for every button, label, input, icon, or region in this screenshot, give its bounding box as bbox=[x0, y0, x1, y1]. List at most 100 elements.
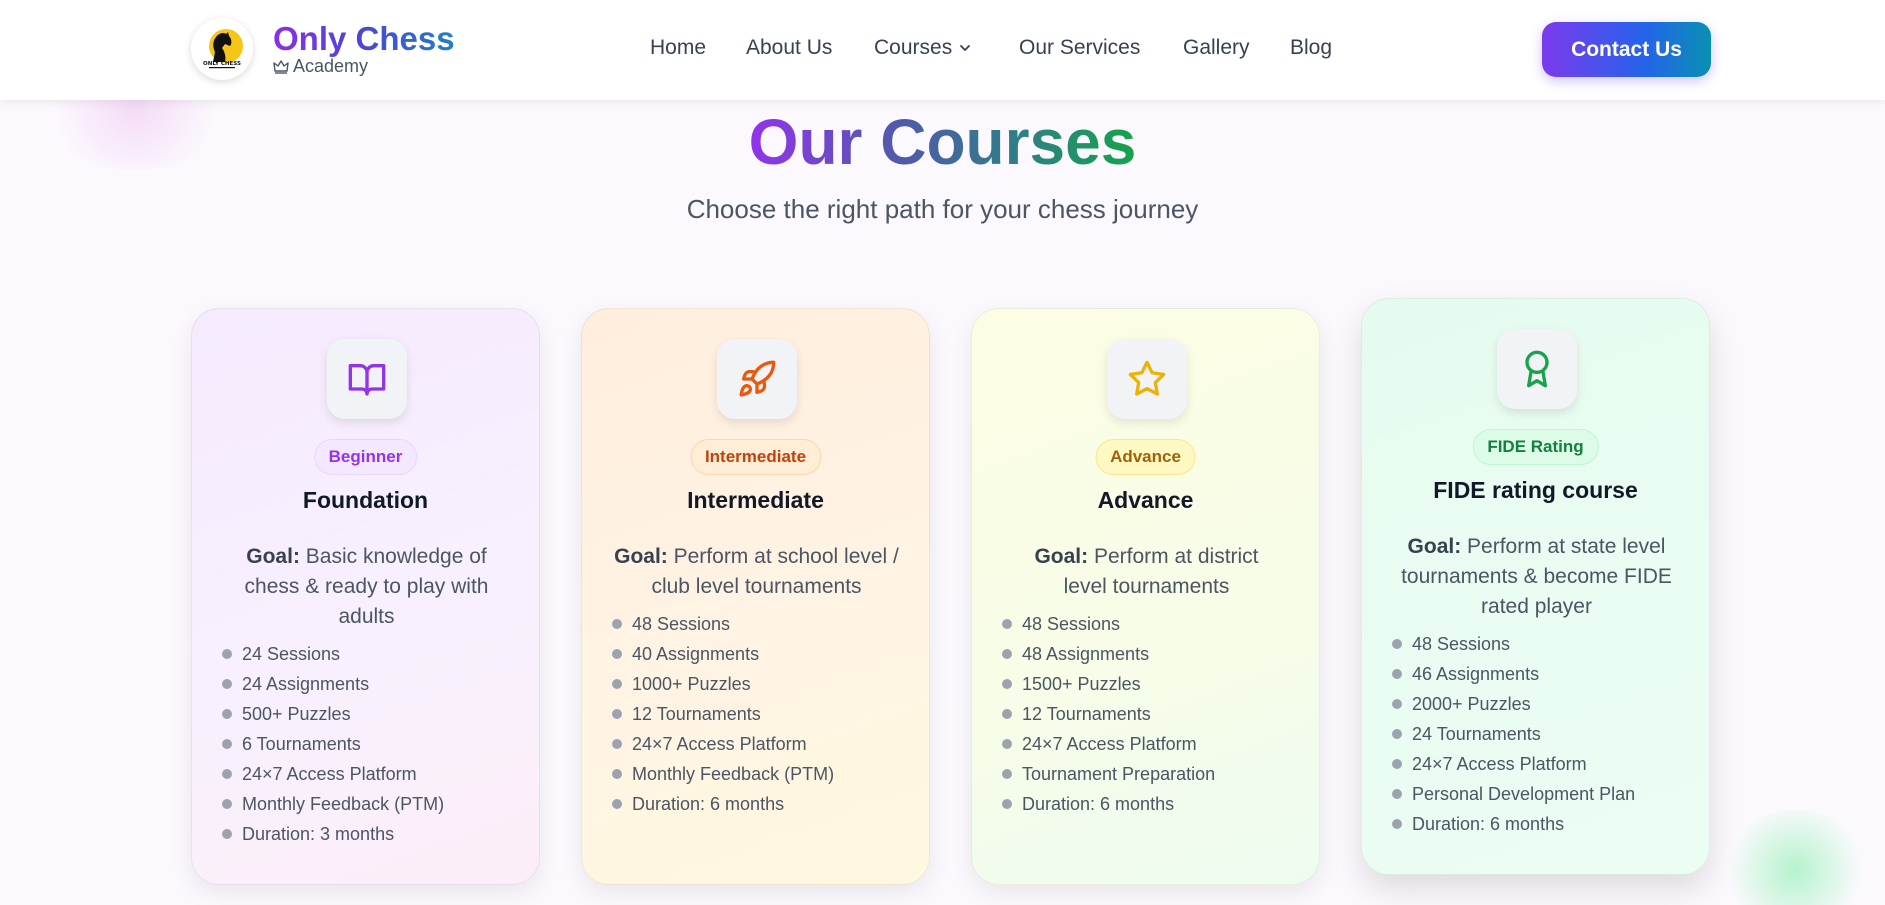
bullet-dot bbox=[1392, 759, 1402, 769]
course-card-advance[interactable]: Advance Advance Goal: Perform at distric… bbox=[971, 308, 1320, 885]
course-icon-box bbox=[1107, 339, 1187, 419]
nav-gallery[interactable]: Gallery bbox=[1183, 36, 1250, 60]
bullet-dot bbox=[1392, 789, 1402, 799]
section-subtitle: Choose the right path for your chess jou… bbox=[686, 194, 1199, 224]
goal-text: Perform at school level / club level tou… bbox=[651, 545, 899, 598]
bullet-dot bbox=[222, 709, 232, 719]
goal-label: Goal: bbox=[246, 545, 300, 568]
course-features: 24 Sessions 24 Assignments 500+ Puzzles … bbox=[222, 639, 444, 849]
goal-text: Perform at district level tournaments bbox=[1063, 545, 1259, 598]
nav-our-services[interactable]: Our Services bbox=[1019, 36, 1140, 60]
course-level-badge: FIDE Rating bbox=[1472, 429, 1599, 465]
bullet-dot bbox=[222, 679, 232, 689]
section-title-text: Our Courses bbox=[748, 106, 1137, 178]
bullet-dot bbox=[612, 679, 622, 689]
bullet-dot bbox=[612, 739, 622, 749]
feature-text: 1500+ Puzzles bbox=[1022, 674, 1141, 694]
feature-text: 12 Tournaments bbox=[1022, 704, 1151, 724]
feature-item: 12 Tournaments bbox=[1002, 699, 1215, 729]
feature-text: 48 Sessions bbox=[1412, 634, 1511, 654]
feature-text: 1000+ Puzzles bbox=[632, 674, 751, 694]
bullet-dot bbox=[1392, 699, 1402, 709]
goal-label: Goal: bbox=[1407, 535, 1462, 558]
feature-item: 2000+ Puzzles bbox=[1392, 689, 1635, 719]
course-icon-box bbox=[327, 339, 407, 419]
site-header: ONLY CHESS Only Chess Academy Home About… bbox=[0, 0, 1885, 100]
course-card-foundation[interactable]: Beginner Foundation Goal: Basic knowledg… bbox=[191, 308, 540, 885]
feature-text: 24×7 Access Platform bbox=[1412, 754, 1587, 774]
feature-text: 48 Sessions bbox=[632, 614, 731, 634]
course-card-fide-rating[interactable]: FIDE Rating FIDE rating course Goal: Per… bbox=[1361, 298, 1710, 875]
course-title: Foundation bbox=[302, 487, 429, 513]
feature-item: 500+ Puzzles bbox=[222, 699, 444, 729]
bullet-dot bbox=[1002, 769, 1012, 779]
course-icon-box bbox=[1497, 329, 1577, 409]
section-title: Our Courses bbox=[0, 104, 1885, 180]
feature-item: 40 Assignments bbox=[612, 639, 834, 669]
course-level-badge: Intermediate bbox=[689, 439, 822, 475]
bullet-dot bbox=[612, 769, 622, 779]
feature-item: Duration: 6 months bbox=[1002, 789, 1215, 819]
feature-item: 24 Assignments bbox=[222, 669, 444, 699]
feature-item: 48 Assignments bbox=[1002, 639, 1215, 669]
feature-item: Duration: 3 months bbox=[222, 819, 444, 849]
feature-item: Tournament Preparation bbox=[1002, 759, 1215, 789]
feature-text: Monthly Feedback (PTM) bbox=[242, 794, 445, 814]
bullet-dot bbox=[1002, 709, 1012, 719]
bullet-dot bbox=[222, 649, 232, 659]
course-features: 48 Sessions 40 Assignments 1000+ Puzzles… bbox=[612, 609, 834, 819]
course-goal: Goal: Perform at school level / club lev… bbox=[607, 542, 906, 602]
feature-item: 12 Tournaments bbox=[612, 699, 834, 729]
feature-text: Duration: 6 months bbox=[1412, 814, 1565, 834]
feature-text: 24×7 Access Platform bbox=[1022, 734, 1197, 754]
logo[interactable]: ONLY CHESS bbox=[191, 18, 253, 80]
bullet-dot bbox=[1002, 619, 1012, 629]
course-level-badge: Advance bbox=[1095, 439, 1196, 475]
feature-text: Monthly Feedback (PTM) bbox=[632, 764, 835, 784]
feature-text: 48 Assignments bbox=[1022, 644, 1150, 664]
award-icon bbox=[1525, 350, 1549, 388]
feature-item: Duration: 6 months bbox=[612, 789, 834, 819]
knight-logo-icon: ONLY CHESS bbox=[196, 23, 248, 75]
feature-text: 24 Tournaments bbox=[1412, 724, 1541, 744]
feature-text: Personal Development Plan bbox=[1412, 784, 1636, 804]
crown-icon bbox=[273, 59, 289, 74]
feature-item: 24 Tournaments bbox=[1392, 719, 1635, 749]
brand-subtitle: Academy bbox=[273, 56, 368, 77]
feature-item: 24×7 Access Platform bbox=[1002, 729, 1215, 759]
brand-subtitle-text: Academy bbox=[293, 56, 369, 76]
feature-item: 46 Assignments bbox=[1392, 659, 1635, 689]
nav-blog[interactable]: Blog bbox=[1290, 36, 1332, 60]
feature-item: Monthly Feedback (PTM) bbox=[612, 759, 834, 789]
bullet-dot bbox=[222, 829, 232, 839]
feature-text: 2000+ Puzzles bbox=[1412, 694, 1531, 714]
brand-name[interactable]: Only Chess bbox=[273, 20, 455, 58]
feature-text: 24×7 Access Platform bbox=[632, 734, 807, 754]
course-goal: Goal: Basic knowledge of chess & ready t… bbox=[232, 542, 501, 632]
bullet-dot bbox=[612, 799, 622, 809]
feature-item: 48 Sessions bbox=[612, 609, 834, 639]
chevron-down-icon bbox=[960, 45, 971, 51]
svg-text:ONLY CHESS: ONLY CHESS bbox=[203, 61, 241, 67]
feature-item: 48 Sessions bbox=[1392, 629, 1635, 659]
feature-text: 46 Assignments bbox=[1412, 664, 1540, 684]
book-open-icon bbox=[348, 364, 386, 396]
bullet-dot bbox=[1002, 799, 1012, 809]
feature-item: Duration: 6 months bbox=[1392, 809, 1635, 839]
course-title: FIDE rating course bbox=[1433, 477, 1638, 503]
feature-text: 48 Sessions bbox=[1022, 614, 1121, 634]
feature-text: 24 Sessions bbox=[242, 644, 341, 664]
course-features: 48 Sessions 48 Assignments 1500+ Puzzles… bbox=[1002, 609, 1215, 819]
course-card-intermediate[interactable]: Intermediate Intermediate Goal: Perform … bbox=[581, 308, 930, 885]
feature-text: Duration: 6 months bbox=[632, 794, 785, 814]
feature-item: 24×7 Access Platform bbox=[1392, 749, 1635, 779]
bullet-dot bbox=[1002, 679, 1012, 689]
feature-text: 500+ Puzzles bbox=[242, 704, 351, 724]
contact-us-button[interactable]: Contact Us bbox=[1542, 22, 1711, 77]
course-level-badge: Beginner bbox=[313, 439, 418, 475]
nav-courses[interactable]: Courses bbox=[874, 36, 972, 60]
feature-text: 40 Assignments bbox=[632, 644, 760, 664]
nav-about-us[interactable]: About Us bbox=[746, 36, 832, 60]
feature-item: 24×7 Access Platform bbox=[612, 729, 834, 759]
nav-home[interactable]: Home bbox=[650, 36, 706, 60]
